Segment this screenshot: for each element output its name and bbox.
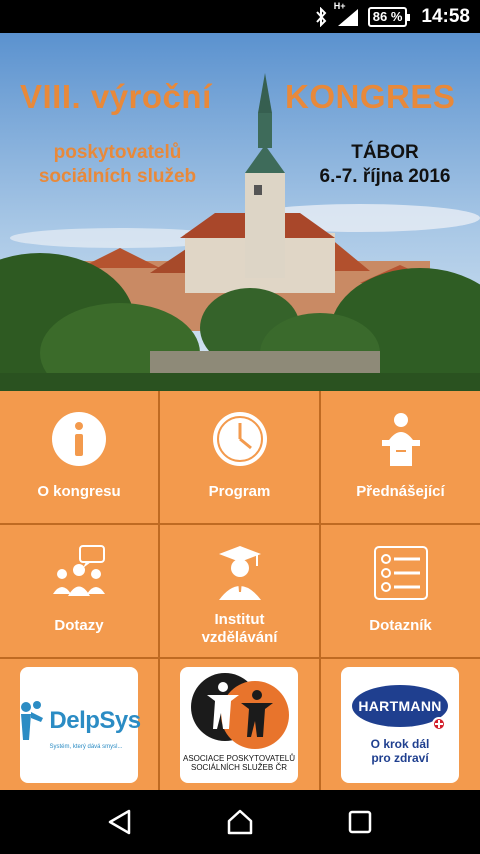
system-nav-bar: [0, 790, 480, 854]
banner-subtitle-line2: sociálních služeb: [38, 166, 197, 187]
tile-institute-label-line1: Institut: [214, 611, 265, 628]
asociace-name-line2: SOCIÁLNÍCH SLUŽEB ČR: [190, 763, 288, 772]
delpsys-figure-icon: [21, 701, 44, 740]
asociace-name-line1: ASOCIACE POSKYTOVATELŮ: [182, 754, 296, 763]
back-triangle-icon: [108, 809, 131, 835]
tile-questions-label: Dotazy: [54, 617, 104, 634]
tile-about[interactable]: O kongresu: [0, 391, 158, 523]
hartmann-name: HARTMANN: [358, 698, 442, 714]
status-clock: 14:58: [421, 5, 470, 27]
asociace-logo[interactable]: ASOCIACE POSKYTOVATELŮ SOCIÁLNÍCH SLUŽEB…: [180, 667, 298, 783]
tile-institute-label: Institut vzdělávání: [202, 611, 278, 647]
hartmann-logo[interactable]: HARTMANN O krok dál pro zdraví: [341, 667, 459, 783]
banner-title-left: VIII. výroční: [20, 78, 212, 115]
congress-banner: VIII. výroční KONGRES poskytovatelů soci…: [0, 33, 480, 391]
tile-questions[interactable]: Dotazy: [0, 525, 158, 657]
sponsor-tile-hartmann[interactable]: HARTMANN O krok dál pro zdraví: [321, 659, 480, 790]
graduate-icon: [211, 543, 269, 603]
tile-speakers-label: Přednášející: [356, 483, 445, 500]
bluetooth-icon: [314, 6, 328, 27]
banner-dates: 6.-7. října 2016: [319, 166, 451, 187]
status-bar: H+ 86 % 14:58: [0, 0, 480, 33]
home-icon: [227, 809, 253, 835]
delpsys-name: DelpSys: [49, 707, 141, 734]
sponsor-tile-delpsys[interactable]: DelpSys Systém, který dává smysl...: [0, 659, 158, 790]
battery-indicator: 86 %: [367, 6, 411, 27]
recents-button[interactable]: [330, 792, 390, 852]
tile-questionnaire[interactable]: Dotazník: [321, 525, 480, 657]
hartmann-cross-icon: [432, 717, 446, 731]
sponsor-tile-asociace[interactable]: ASOCIACE POSKYTOVATELŮ SOCIÁLNÍCH SLUŽEB…: [160, 659, 319, 790]
tile-institute-label-line2: vzdělávání: [201, 629, 278, 646]
back-button[interactable]: [90, 792, 150, 852]
delpsys-tagline: Systém, který dává smysl...: [49, 744, 123, 750]
banner-city: TÁBOR: [351, 142, 419, 163]
menu-grid: O kongresu Program Přednášející Dotazy I…: [0, 391, 480, 790]
tile-speakers[interactable]: Přednášející: [321, 391, 480, 523]
speaker-podium-icon: [372, 409, 430, 469]
tile-questionnaire-label: Dotazník: [369, 617, 432, 634]
tile-program-label: Program: [208, 483, 271, 500]
clock-icon: [211, 409, 269, 469]
hartmann-slogan-line1: O krok dál: [370, 737, 430, 751]
tile-program[interactable]: Program: [160, 391, 319, 523]
info-icon: [50, 409, 108, 469]
banner-location: TÁBOR 6.-7. října 2016: [305, 141, 465, 189]
banner-subtitle-line1: poskytovatelů: [53, 142, 182, 163]
recents-square-icon: [348, 810, 372, 834]
tile-about-label: O kongresu: [37, 483, 121, 500]
network-type-label: H+: [333, 0, 346, 11]
delpsys-logo[interactable]: DelpSys Systém, který dává smysl...: [20, 667, 141, 783]
banner-subtitle: poskytovatelů sociálních služeb: [20, 141, 215, 189]
discussion-icon: [50, 543, 108, 603]
checklist-icon: [372, 543, 430, 603]
banner-title-right: KONGRES: [285, 78, 456, 115]
signal-icon: H+: [334, 1, 360, 27]
tile-institute[interactable]: Institut vzdělávání: [160, 525, 319, 657]
asociace-emblem-icon: [191, 673, 289, 749]
home-button[interactable]: [210, 792, 270, 852]
hartmann-slogan-line2: pro zdraví: [371, 751, 429, 765]
